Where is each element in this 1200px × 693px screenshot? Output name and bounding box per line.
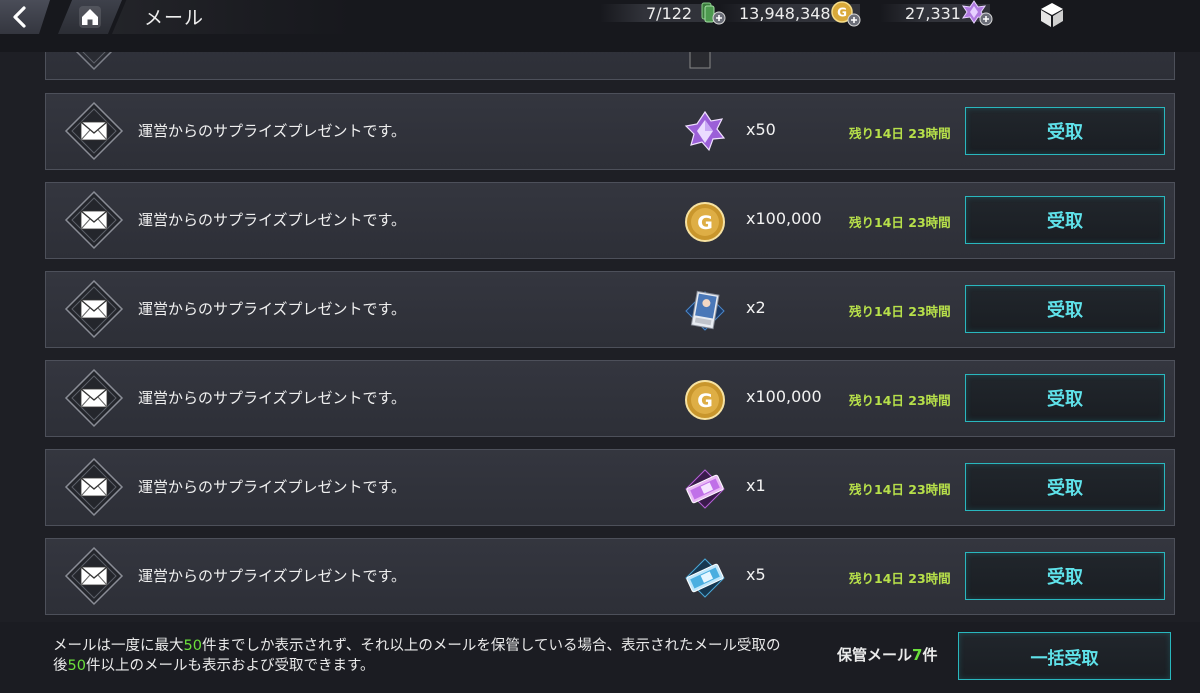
inventory-button[interactable]: [1036, 0, 1068, 30]
notice-limit-number-2: 50: [67, 658, 86, 674]
notice-limit-number: 50: [183, 638, 202, 654]
svg-text:G: G: [697, 212, 713, 234]
stored-mail-count: 保管メール7件: [837, 644, 937, 665]
mail-subject: 運営からのサプライズプレゼントです。: [138, 567, 407, 585]
claim-button[interactable]: 受取: [965, 463, 1165, 511]
claim-all-button[interactable]: 一括受取: [958, 632, 1171, 680]
mail-row-partial: [45, 52, 1175, 80]
top-bar: メール 7/122 13,948,348 G 27,331: [0, 0, 1200, 52]
mail-envelope-icon: [64, 279, 124, 339]
mail-limit-notice: メールは一度に最大50件までしか表示されず、それ以上のメールを保管している場合、…: [53, 636, 793, 676]
item-quantity: x100,000: [746, 387, 822, 406]
gem-counter: 27,331: [905, 2, 961, 24]
claim-button[interactable]: 受取: [965, 552, 1165, 600]
claim-button[interactable]: 受取: [965, 374, 1165, 422]
mail-subject: 運営からのサプライズプレゼントです。: [138, 478, 407, 496]
blue-ticket-icon: [685, 558, 725, 598]
home-button[interactable]: [58, 0, 122, 34]
gold-value: 13,948,348: [739, 3, 831, 23]
home-icon: [79, 6, 101, 28]
mail-row: 運営からのサプライズプレゼントです。 x1 残り14日 23時間 受取: [45, 449, 1175, 526]
mail-row: 運営からのサプライズプレゼントです。 x2 残り14日 23時間 受取: [45, 271, 1175, 348]
mail-subject: 運営からのサプライズプレゼントです。: [138, 211, 407, 229]
pink-ticket-icon: [685, 469, 725, 509]
remaining-time: 残り14日 23時間: [849, 126, 951, 141]
stamina-counter: 7/122: [646, 2, 692, 24]
gold-coin-icon: G: [685, 380, 725, 420]
item-quantity: x5: [746, 565, 766, 584]
stored-label: 保管メール: [837, 646, 913, 664]
claim-button[interactable]: 受取: [965, 107, 1165, 155]
box-icon: [1041, 3, 1063, 27]
notice-text-1: メールは一度に最大: [53, 638, 184, 654]
chevron-left-icon: [13, 6, 26, 28]
mail-list[interactable]: 運営からのサプライズプレゼントです。 x50 残り14日 23時間 受取 運営か…: [0, 52, 1200, 622]
back-button[interactable]: [0, 0, 50, 34]
stored-count: 7: [912, 646, 923, 664]
remaining-time: 残り14日 23時間: [849, 482, 951, 497]
mail-envelope-icon: [64, 368, 124, 428]
gem-plus-icon: [961, 0, 993, 26]
mail-row: 運営からのサプライズプレゼントです。 x5 残り14日 23時間 受取: [45, 538, 1175, 615]
notice-text-3: 件以上のメールも表示および受取できます。: [85, 658, 375, 674]
mail-envelope-icon: [64, 190, 124, 250]
mail-envelope-icon: [64, 101, 124, 161]
gem-value: 27,331: [905, 3, 961, 23]
gem-icon: [684, 110, 726, 152]
mail-row: 運営からのサプライズプレゼントです。 G x100,000 残り14日 23時間…: [45, 360, 1175, 437]
stored-unit: 件: [922, 646, 938, 664]
svg-text:G: G: [837, 6, 847, 20]
remaining-time: 残り14日 23時間: [849, 304, 951, 319]
remaining-time: 残り14日 23時間: [849, 393, 951, 408]
stamina-value: 7/122: [646, 3, 693, 23]
remaining-time: 残り14日 23時間: [849, 215, 951, 230]
mail-envelope-icon: [64, 457, 124, 517]
item-partial-icon: [689, 52, 711, 69]
mail-row: 運営からのサプライズプレゼントです。 G x100,000 残り14日 23時間…: [45, 182, 1175, 259]
gold-counter: 13,948,348: [739, 2, 831, 24]
mail-envelope-icon: [64, 546, 124, 606]
mail-row: 運営からのサプライズプレゼントです。 x50 残り14日 23時間 受取: [45, 93, 1175, 170]
page-title: メール: [144, 7, 205, 29]
mail-subject: 運営からのサプライズプレゼントです。: [138, 122, 407, 140]
item-quantity: x2: [746, 298, 766, 317]
mail-subject: 運営からのサプライズプレゼントです。: [138, 300, 407, 318]
add-gem-button[interactable]: [960, 0, 994, 30]
claim-button[interactable]: 受取: [965, 196, 1165, 244]
svg-text:G: G: [697, 390, 713, 412]
mail-envelope-icon: [75, 52, 113, 71]
gold-plus-icon: G: [831, 1, 861, 27]
add-gold-button[interactable]: G: [830, 1, 862, 31]
item-quantity: x1: [746, 476, 766, 495]
item-quantity: x100,000: [746, 209, 822, 228]
item-quantity: x50: [746, 120, 776, 139]
claim-button[interactable]: 受取: [965, 285, 1165, 333]
character-card-icon: [685, 290, 725, 331]
mail-subject: 運営からのサプライズプレゼントです。: [138, 389, 407, 407]
footer-bar: メールは一度に最大50件までしか表示されず、それ以上のメールを保管している場合、…: [0, 622, 1200, 693]
remaining-time: 残り14日 23時間: [849, 571, 951, 586]
gold-coin-icon: G: [685, 202, 725, 242]
